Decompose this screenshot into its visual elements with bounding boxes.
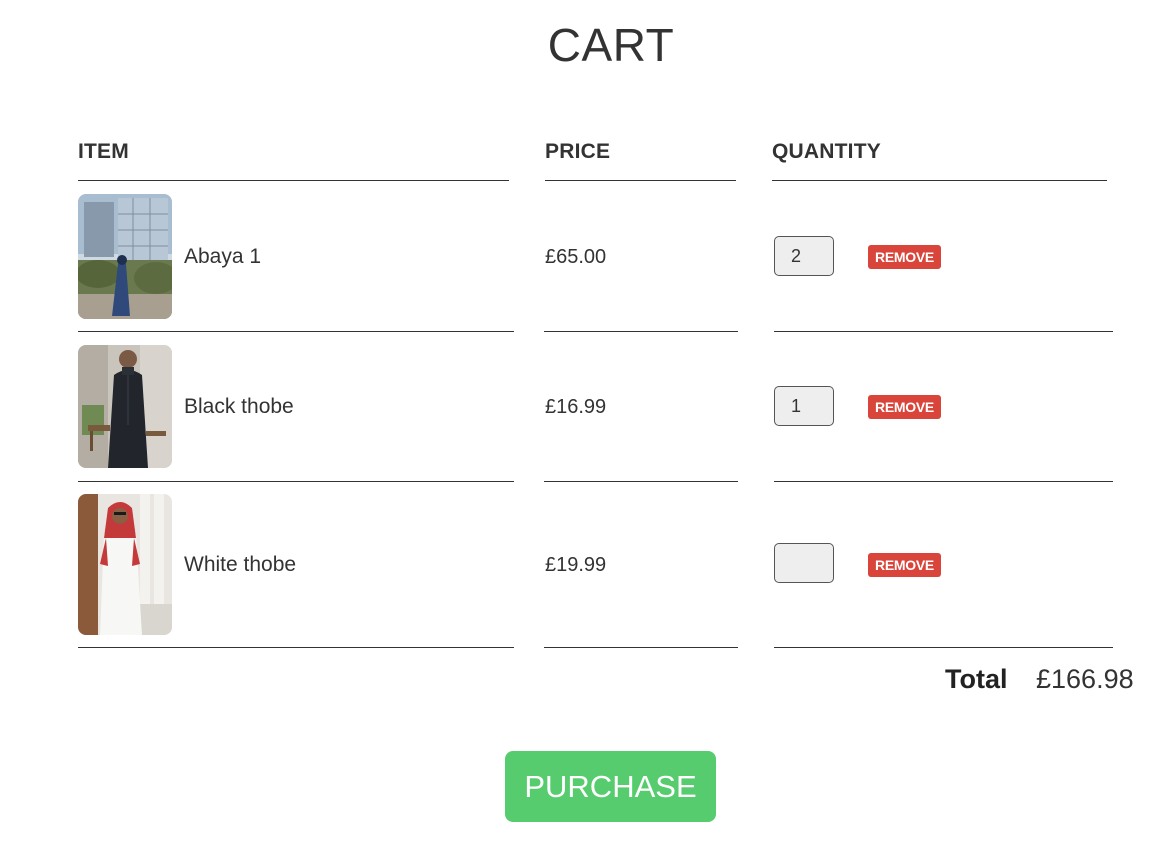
row-divider (78, 647, 514, 648)
remove-button[interactable]: REMOVE (868, 553, 941, 577)
quantity-input[interactable] (774, 386, 834, 426)
total-label: Total (945, 664, 1008, 694)
row-divider (774, 481, 1113, 482)
column-header-item: ITEM (78, 140, 129, 163)
remove-button[interactable]: REMOVE (868, 395, 941, 419)
item-name: Black thobe (184, 395, 294, 418)
header-divider (545, 180, 736, 181)
item-price: £16.99 (545, 396, 607, 418)
remove-button[interactable]: REMOVE (868, 245, 941, 269)
row-divider (774, 647, 1113, 648)
page-title: CART (547, 19, 675, 71)
header-divider (772, 180, 1107, 181)
quantity-input[interactable] (774, 543, 834, 583)
quantity-input[interactable] (774, 236, 834, 276)
row-divider (544, 481, 738, 482)
header-divider (78, 180, 509, 181)
row-divider (774, 331, 1113, 332)
column-header-quantity: QUANTITY (772, 140, 881, 163)
item-name: White thobe (184, 553, 297, 576)
product-image-black-thobe (78, 345, 172, 468)
white-thobe-photo (78, 494, 172, 635)
product-image-white-thobe (78, 494, 172, 635)
black-thobe-photo (78, 345, 172, 468)
row-divider (78, 481, 514, 482)
item-name: Abaya 1 (184, 245, 262, 268)
total-value: £166.98 (1036, 664, 1134, 694)
cart-page: CART ITEM PRICE QUANTITY Abaya 1 £65.00 … (0, 0, 1173, 856)
column-header-price: PRICE (545, 140, 611, 163)
product-image-abaya (78, 194, 172, 319)
row-divider (544, 647, 738, 648)
item-price: £65.00 (545, 246, 607, 268)
row-divider (78, 331, 514, 332)
item-price: £19.99 (545, 554, 607, 576)
purchase-button[interactable]: PURCHASE (505, 751, 716, 822)
row-divider (544, 331, 738, 332)
abaya-photo (78, 194, 172, 319)
